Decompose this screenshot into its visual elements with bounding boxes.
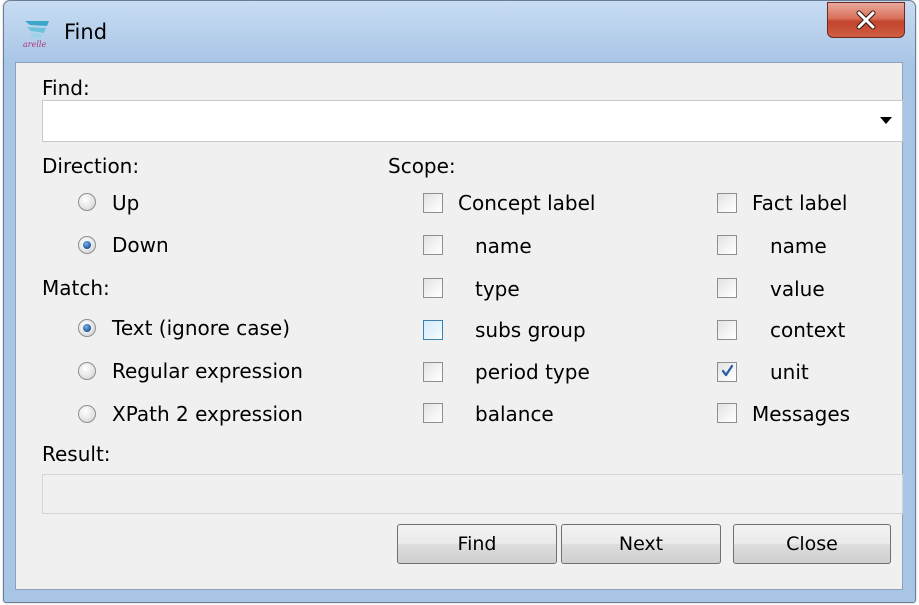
- scope-concept-balance-text[interactable]: balance: [475, 402, 554, 426]
- window-title: Find: [64, 20, 108, 44]
- scope-concept-balance-checkbox[interactable]: [423, 403, 443, 423]
- match-xpath-radio[interactable]: [78, 405, 96, 423]
- scope-fact-unit-checkbox[interactable]: [717, 362, 737, 382]
- scope-concept-period-type-checkbox[interactable]: [423, 362, 443, 382]
- find-combobox[interactable]: [42, 100, 903, 142]
- window-close-button[interactable]: [827, 2, 905, 38]
- scope-concept-label-checkbox[interactable]: [423, 193, 443, 213]
- svg-text:arelle: arelle: [23, 40, 46, 48]
- scope-concept-period-type-text[interactable]: period type: [475, 360, 590, 384]
- scope-fact-value-text[interactable]: value: [770, 277, 825, 301]
- title-bar[interactable]: arelle Find: [4, 1, 915, 63]
- scope-fact-label-checkbox[interactable]: [717, 193, 737, 213]
- result-field: [42, 474, 903, 514]
- match-regex-label[interactable]: Regular expression: [112, 359, 303, 383]
- close-button[interactable]: Close: [733, 524, 891, 564]
- direction-label: Direction:: [42, 154, 140, 178]
- scope-concept-label-text[interactable]: Concept label: [458, 191, 595, 215]
- arelle-logo-icon: arelle: [23, 21, 49, 48]
- match-xpath-label[interactable]: XPath 2 expression: [112, 402, 303, 426]
- scope-concept-name-text[interactable]: name: [475, 234, 532, 258]
- scope-fact-value-checkbox[interactable]: [717, 278, 737, 298]
- find-button[interactable]: Find: [397, 524, 557, 564]
- match-text-radio[interactable]: [78, 319, 96, 337]
- scope-fact-unit-text[interactable]: unit: [770, 360, 809, 384]
- scope-messages-text[interactable]: Messages: [752, 402, 850, 426]
- scope-concept-type-checkbox[interactable]: [423, 278, 443, 298]
- match-text-label[interactable]: Text (ignore case): [112, 316, 290, 340]
- close-icon: [856, 10, 876, 30]
- scope-concept-subs-group-checkbox[interactable]: [423, 320, 443, 340]
- scope-fact-context-text[interactable]: context: [770, 318, 845, 342]
- scope-concept-name-checkbox[interactable]: [423, 235, 443, 255]
- scope-messages-checkbox[interactable]: [717, 403, 737, 423]
- scope-concept-subs-group-text[interactable]: subs group: [475, 318, 586, 342]
- result-label: Result:: [42, 442, 111, 466]
- checkmark-icon: [721, 364, 734, 377]
- next-button[interactable]: Next: [561, 524, 721, 564]
- find-label: Find:: [42, 76, 90, 100]
- scope-fact-context-checkbox[interactable]: [717, 320, 737, 340]
- direction-up-radio[interactable]: [78, 193, 96, 211]
- scope-fact-label-text[interactable]: Fact label: [752, 191, 848, 215]
- match-regex-radio[interactable]: [78, 362, 96, 380]
- scope-fact-name-text[interactable]: name: [770, 234, 827, 258]
- scope-label: Scope:: [388, 154, 456, 178]
- direction-down-label[interactable]: Down: [112, 233, 169, 257]
- direction-down-radio[interactable]: [78, 236, 96, 254]
- scope-fact-name-checkbox[interactable]: [717, 235, 737, 255]
- direction-up-label[interactable]: Up: [112, 191, 139, 215]
- dropdown-arrow-icon[interactable]: [880, 117, 892, 124]
- match-label: Match:: [42, 276, 110, 300]
- scope-concept-type-text[interactable]: type: [475, 277, 520, 301]
